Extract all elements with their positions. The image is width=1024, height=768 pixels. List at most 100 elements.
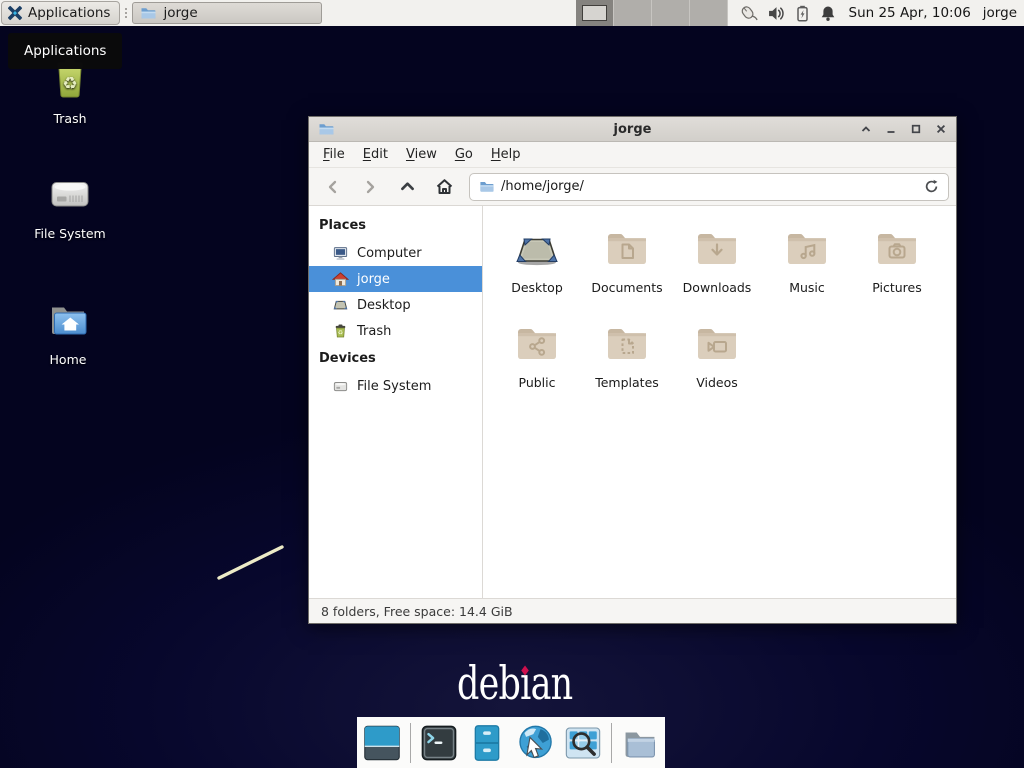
- file-item-desktop[interactable]: Desktop: [492, 225, 582, 320]
- taskbar-window-title: jorge: [163, 5, 197, 21]
- file-item-label: Pictures: [872, 280, 922, 295]
- folder-icon: [140, 5, 156, 21]
- window-title: jorge: [309, 122, 956, 137]
- sidebar-header-places: Places: [309, 211, 482, 240]
- panel-clock[interactable]: Sun 25 Apr, 10:06: [849, 5, 971, 21]
- drive-icon: [332, 378, 349, 395]
- applications-tooltip: Applications: [8, 33, 122, 69]
- location-bar[interactable]: /home/jorge/: [469, 173, 949, 201]
- workspace-2[interactable]: [614, 0, 652, 26]
- menu-view[interactable]: View: [397, 147, 446, 162]
- desktop-icon-file-system[interactable]: File System: [23, 170, 117, 241]
- dock-separator: [410, 723, 411, 763]
- location-path: /home/jorge/: [501, 179, 584, 194]
- file-item-label: Videos: [696, 375, 738, 390]
- folder-videos-icon: [693, 320, 741, 368]
- folder-templates-icon: [603, 320, 651, 368]
- file-item-label: Templates: [595, 375, 659, 390]
- file-item-pictures[interactable]: Pictures: [852, 225, 942, 320]
- taskbar-window-button[interactable]: jorge: [132, 2, 322, 24]
- show-desktop-button[interactable]: [362, 722, 402, 764]
- file-item-templates[interactable]: Templates: [582, 320, 672, 415]
- terminal-button[interactable]: [419, 722, 459, 764]
- menu-file[interactable]: File: [314, 147, 354, 162]
- workspace-switcher: [576, 0, 728, 26]
- file-manager-button[interactable]: [467, 722, 507, 764]
- tasklist-drag-handle[interactable]: [121, 0, 130, 26]
- minimize-button[interactable]: [885, 123, 897, 135]
- sidebar: Places Computer jorge: [309, 206, 483, 598]
- file-manager-window: jorge File Edit View Go Help: [308, 116, 957, 624]
- application-finder-button[interactable]: [563, 722, 603, 764]
- workspace-1[interactable]: [576, 0, 614, 26]
- directory-folder-icon: [620, 723, 660, 763]
- sidebar-item-trash[interactable]: ♻ Trash: [309, 318, 482, 344]
- sidebar-item-computer[interactable]: Computer: [309, 240, 482, 266]
- svg-text:♻: ♻: [338, 329, 343, 336]
- desktop-icon-label: Home: [50, 352, 87, 367]
- directory-menu-button[interactable]: [620, 722, 660, 764]
- folder-public-icon: [513, 320, 561, 368]
- folder-documents-icon: [603, 225, 651, 273]
- web-browser-button[interactable]: [515, 722, 555, 764]
- panel-username[interactable]: jorge: [983, 5, 1017, 21]
- menu-help[interactable]: Help: [482, 147, 530, 162]
- applications-menu-button[interactable]: Applications: [1, 1, 120, 25]
- desktop-icon: [513, 225, 561, 273]
- desktop-icon-home[interactable]: Home: [21, 296, 115, 367]
- status-text: 8 folders, Free space: 14.4 GiB: [321, 604, 513, 619]
- web-browser-globe-icon: [515, 723, 555, 763]
- menu-go[interactable]: Go: [446, 147, 482, 162]
- sidebar-item-label: Desktop: [357, 298, 411, 313]
- sidebar-item-jorge[interactable]: jorge: [309, 266, 482, 292]
- location-folder-icon: [479, 179, 494, 194]
- file-item-label: Documents: [591, 280, 662, 295]
- file-item-label: Music: [789, 280, 825, 295]
- menu-bar: File Edit View Go Help: [309, 142, 956, 168]
- file-item-videos[interactable]: Videos: [672, 320, 762, 415]
- mouse-icon[interactable]: [738, 4, 758, 22]
- file-item-music[interactable]: Music: [762, 225, 852, 320]
- volume-icon[interactable]: [768, 5, 785, 22]
- shade-button[interactable]: [860, 123, 872, 135]
- home-button[interactable]: [427, 173, 461, 201]
- sidebar-header-devices: Devices: [309, 344, 482, 373]
- applications-menu-label: Applications: [28, 5, 110, 21]
- folder-downloads-icon: [693, 225, 741, 273]
- applications-menu-icon: [7, 5, 23, 21]
- maximize-button[interactable]: [910, 123, 922, 135]
- desktop-icon: [332, 297, 349, 314]
- workspace-3[interactable]: [652, 0, 690, 26]
- reload-button[interactable]: [924, 179, 939, 194]
- application-finder-icon: [563, 723, 603, 763]
- drive-icon: [46, 170, 94, 218]
- up-button[interactable]: [390, 173, 424, 201]
- dock: [357, 717, 665, 768]
- sidebar-item-desktop[interactable]: Desktop: [309, 292, 482, 318]
- status-bar: 8 folders, Free space: 14.4 GiB: [309, 598, 956, 623]
- workspace-4[interactable]: [690, 0, 728, 26]
- desktop-icon-label: Trash: [53, 111, 86, 126]
- window-content: Places Computer jorge: [309, 206, 956, 598]
- notifications-icon[interactable]: [820, 5, 836, 22]
- file-item-documents[interactable]: Documents: [582, 225, 672, 320]
- desktop-icon-label: File System: [34, 226, 106, 241]
- window-titlebar[interactable]: jorge: [309, 117, 956, 142]
- forward-button[interactable]: [353, 173, 387, 201]
- battery-icon[interactable]: [795, 5, 810, 22]
- sidebar-item-file-system[interactable]: File System: [309, 373, 482, 399]
- file-grid: Desktop Documents Downloads Music Pictur…: [483, 206, 956, 598]
- sidebar-item-label: jorge: [357, 272, 390, 287]
- file-cabinet-icon: [467, 723, 507, 763]
- sidebar-item-label: File System: [357, 379, 431, 394]
- back-button[interactable]: [316, 173, 350, 201]
- file-item-label: Public: [519, 375, 556, 390]
- folder-music-icon: [783, 225, 831, 273]
- system-tray: [728, 0, 845, 26]
- file-item-public[interactable]: Public: [492, 320, 582, 415]
- close-button[interactable]: [935, 123, 947, 135]
- trash-icon: ♻: [332, 323, 349, 340]
- menu-edit[interactable]: Edit: [354, 147, 397, 162]
- file-item-downloads[interactable]: Downloads: [672, 225, 762, 320]
- sidebar-item-label: Trash: [357, 324, 391, 339]
